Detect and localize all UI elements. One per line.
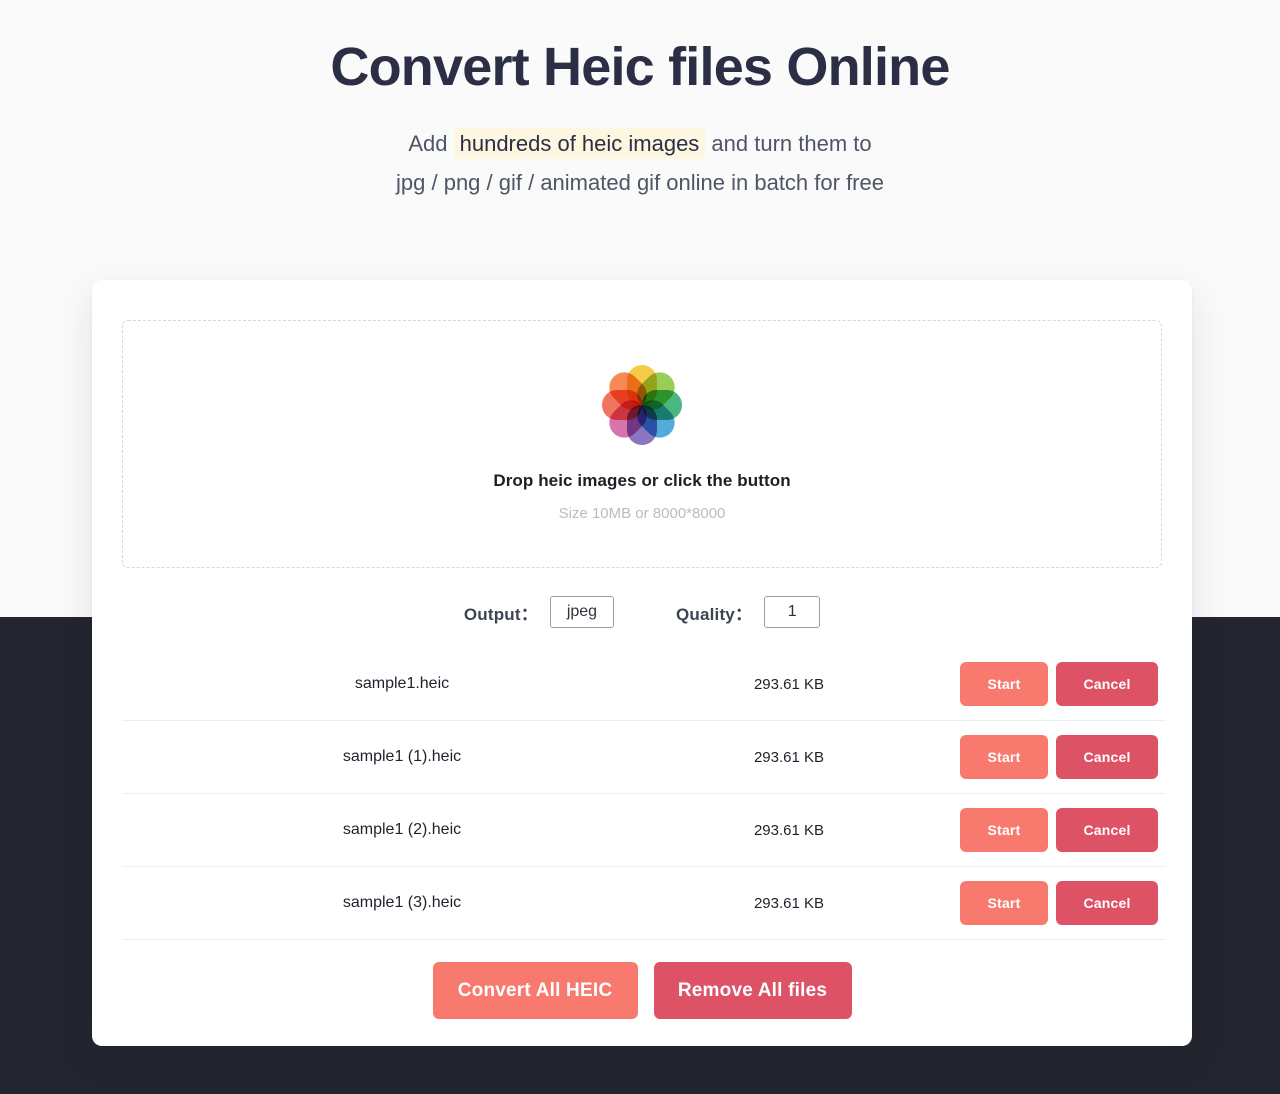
- start-button[interactable]: Start: [960, 881, 1048, 925]
- output-label: Output：: [463, 604, 538, 624]
- file-dropzone[interactable]: Drop heic images or click the button Siz…: [122, 320, 1162, 568]
- quality-input[interactable]: 1: [764, 596, 821, 628]
- cancel-button[interactable]: Cancel: [1056, 735, 1158, 779]
- subtitle-highlight: hundreds of heic images: [453, 127, 706, 159]
- dropzone-hint: Size 10MB or 8000*8000: [558, 504, 726, 522]
- table-row: sample1 (2).heic 293.61 KB Start Cancel: [122, 794, 1166, 867]
- file-size: 293.61 KB: [753, 675, 825, 693]
- file-name: sample1 (2).heic: [342, 821, 462, 838]
- page-subtitle: Add hundreds of heic images and turn the…: [0, 124, 1280, 202]
- subtitle-line-1: Add hundreds of heic images and turn the…: [0, 124, 1280, 163]
- quality-label: Quality：: [675, 604, 753, 624]
- converter-card: Drop heic images or click the button Siz…: [92, 280, 1192, 1046]
- table-row: sample1 (1).heic 293.61 KB Start Cancel: [122, 721, 1166, 794]
- file-actions: Start Cancel: [896, 881, 1166, 925]
- convert-all-button[interactable]: Convert All HEIC: [432, 962, 638, 1019]
- file-size: 293.61 KB: [753, 894, 825, 912]
- footer-actions: Convert All HEIC Remove All files: [92, 962, 1192, 1019]
- start-button[interactable]: Start: [960, 735, 1048, 779]
- file-actions: Start Cancel: [896, 808, 1166, 852]
- table-row: sample1.heic 293.61 KB Start Cancel: [122, 648, 1166, 721]
- cancel-button[interactable]: Cancel: [1056, 662, 1158, 706]
- apple-photos-flower-icon: [602, 364, 682, 445]
- file-name: sample1 (1).heic: [342, 748, 462, 765]
- subtitle-text-before: Add: [408, 130, 454, 156]
- file-actions: Start Cancel: [896, 662, 1166, 706]
- cancel-button[interactable]: Cancel: [1056, 881, 1158, 925]
- file-actions: Start Cancel: [896, 735, 1166, 779]
- file-size: 293.61 KB: [753, 821, 825, 839]
- file-name: sample1.heic: [354, 675, 450, 692]
- subtitle-line-2: jpg / png / gif / animated gif online in…: [396, 169, 884, 195]
- start-button[interactable]: Start: [960, 662, 1048, 706]
- options-row: Output： jpeg Quality： 1: [92, 596, 1192, 628]
- dropzone-title: Drop heic images or click the button: [493, 470, 791, 490]
- subtitle-text-after: and turn them to: [705, 130, 872, 156]
- page-title: Convert Heic files Online: [330, 37, 950, 97]
- table-row: sample1 (3).heic 293.61 KB Start Cancel: [122, 867, 1166, 940]
- cancel-button[interactable]: Cancel: [1056, 808, 1158, 852]
- file-size: 293.61 KB: [753, 748, 825, 766]
- remove-all-button[interactable]: Remove All files: [653, 962, 852, 1019]
- hero-section: Convert Heic files Online Add hundreds o…: [0, 0, 1280, 202]
- file-name: sample1 (3).heic: [342, 894, 462, 911]
- start-button[interactable]: Start: [960, 808, 1048, 852]
- output-format-select[interactable]: jpeg: [549, 596, 614, 628]
- file-list: sample1.heic 293.61 KB Start Cancel sample1 …: [122, 648, 1166, 940]
